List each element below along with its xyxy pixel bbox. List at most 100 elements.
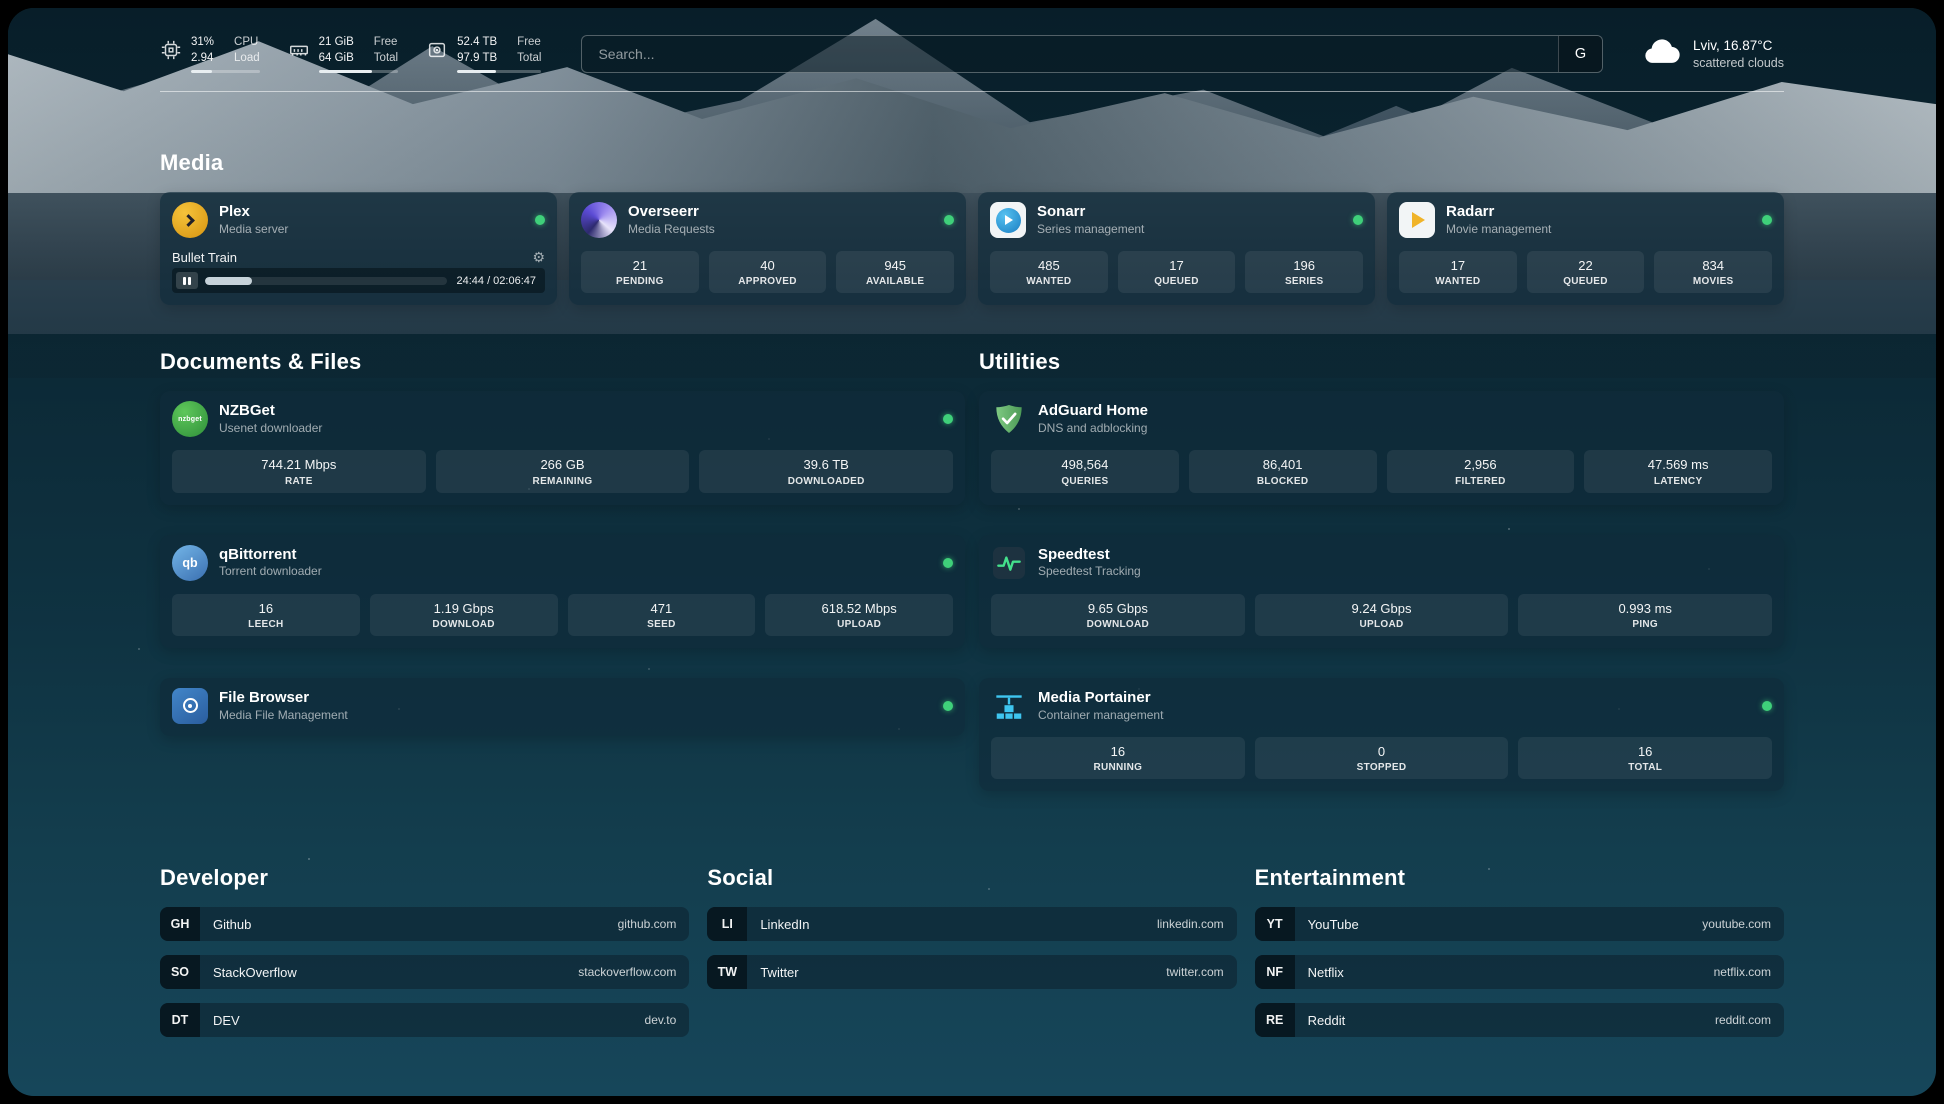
stat-value: 196 <box>1249 258 1359 274</box>
bookmark-reddit[interactable]: RE Reddit reddit.com <box>1255 1003 1784 1037</box>
stat-label: PING <box>1522 619 1768 630</box>
filebrowser-icon <box>172 688 208 724</box>
bookmark-abbr: YT <box>1255 907 1295 941</box>
stat-value: 266 GB <box>440 457 686 473</box>
plex-names: Plex Media server <box>219 203 524 237</box>
stat-rate: 744.21 Mbps RATE <box>172 450 426 492</box>
adguard-names: AdGuard Home DNS and adblocking <box>1038 402 1772 436</box>
qbittorrent-icon: qb <box>172 545 208 581</box>
playback-progress-track[interactable] <box>205 277 447 285</box>
card-sonarr[interactable]: Sonarr Series management 485 WANTED 17 Q… <box>978 192 1375 305</box>
search-bar: G <box>581 35 1603 73</box>
disk-free: 52.4 TB <box>457 34 497 50</box>
card-plex[interactable]: Plex Media server Bullet Train ⚙ <box>160 192 557 305</box>
weather-texts: Lviv, 16.87°C scattered clouds <box>1693 37 1784 69</box>
stat-value: 834 <box>1658 258 1768 274</box>
memory-total-label: Total <box>374 50 398 66</box>
stat-label: BLOCKED <box>1193 476 1373 487</box>
middle-sections: Documents & Files nzbget NZBGet Usenet d… <box>160 349 1784 791</box>
service-name: qBittorrent <box>219 546 932 565</box>
card-speedtest[interactable]: Speedtest Speedtest Tracking 9.65 Gbps D… <box>979 535 1784 648</box>
stat-label: REMAINING <box>440 476 686 487</box>
stat-value: 22 <box>1531 258 1641 274</box>
service-name: Plex <box>219 203 524 222</box>
stat-filtered: 2,956 FILTERED <box>1387 450 1575 492</box>
card-radarr[interactable]: Radarr Movie management 17 WANTED 22 QUE… <box>1387 192 1784 305</box>
overseerr-icon <box>581 202 617 238</box>
card-portainer[interactable]: Media Portainer Container management 16 … <box>979 678 1784 791</box>
service-name: Radarr <box>1446 203 1751 222</box>
stat-label: WANTED <box>1403 276 1513 287</box>
qbittorrent-icon-text: qb <box>182 556 197 570</box>
section-title-media: Media <box>160 150 1784 176</box>
stat-label: QUERIES <box>995 476 1175 487</box>
search-input[interactable] <box>582 36 1558 72</box>
stat-value: 9.24 Gbps <box>1259 601 1505 617</box>
stat-label: LATENCY <box>1588 476 1768 487</box>
card-filebrowser[interactable]: File Browser Media File Management <box>160 678 965 736</box>
card-overseerr[interactable]: Overseerr Media Requests 21 PENDING 40 A… <box>569 192 966 305</box>
settings-gear-icon[interactable]: ⚙ <box>532 249 545 266</box>
card-nzbget[interactable]: nzbget NZBGet Usenet downloader 744.21 M… <box>160 391 965 504</box>
weather-widget: Lviv, 16.87°C scattered clouds <box>1643 37 1784 69</box>
now-playing-title: Bullet Train <box>172 250 532 265</box>
bookmarks-sections: Developer GH Github github.com SO StackO… <box>160 865 1784 1051</box>
cpu-progress-fill <box>191 70 212 73</box>
top-bar: 31% 2.94 CPU Load <box>160 34 1784 73</box>
service-subtitle: Container management <box>1038 708 1751 724</box>
memory-icon <box>288 39 310 66</box>
bookmark-abbr: GH <box>160 907 200 941</box>
card-adguard[interactable]: AdGuard Home DNS and adblocking 498,564 … <box>979 391 1784 504</box>
cpu-percent: 31% <box>191 34 214 50</box>
playback-time: 24:44 / 02:06:47 <box>454 275 541 287</box>
stat-stopped: 0 STOPPED <box>1255 737 1509 779</box>
bookmark-twitter[interactable]: TW Twitter twitter.com <box>707 955 1236 989</box>
service-subtitle: Media Requests <box>628 222 933 238</box>
stat-download: 9.65 Gbps DOWNLOAD <box>991 594 1245 636</box>
dashboard-window: 31% 2.94 CPU Load <box>8 8 1936 1096</box>
bookmark-domain: dev.to <box>645 1013 690 1027</box>
disk-icon <box>426 39 448 66</box>
card-qbittorrent[interactable]: qb qBittorrent Torrent downloader 16 LEE… <box>160 535 965 648</box>
playback-progress-fill <box>205 277 252 285</box>
stat-queries: 498,564 QUERIES <box>991 450 1179 492</box>
portainer-icon <box>991 688 1027 724</box>
stats-row: 744.21 Mbps RATE 266 GB REMAINING 39.6 T… <box>172 450 953 492</box>
status-dot <box>943 558 953 568</box>
service-name: AdGuard Home <box>1038 402 1772 421</box>
stat-value: 40 <box>713 258 823 274</box>
bookmark-stackoverflow[interactable]: SO StackOverflow stackoverflow.com <box>160 955 689 989</box>
stat-seed: 471 SEED <box>568 594 756 636</box>
stats-row: 17 WANTED 22 QUEUED 834 MOVIES <box>1399 238 1772 293</box>
service-subtitle: Movie management <box>1446 222 1751 238</box>
stat-pending: 21 PENDING <box>581 251 699 293</box>
stat-running: 16 RUNNING <box>991 737 1245 779</box>
bookmark-dev[interactable]: DT DEV dev.to <box>160 1003 689 1037</box>
service-subtitle: Media server <box>219 222 524 238</box>
status-dot <box>1762 215 1772 225</box>
stat-label: DOWNLOAD <box>995 619 1241 630</box>
stat-label: TOTAL <box>1522 762 1768 773</box>
bookmark-name: Github <box>213 917 251 932</box>
bookmark-github[interactable]: GH Github github.com <box>160 907 689 941</box>
stat-label: FILTERED <box>1391 476 1571 487</box>
bookmark-name: Twitter <box>760 965 798 980</box>
search-provider-button[interactable]: G <box>1558 36 1602 72</box>
bookmark-youtube[interactable]: YT YouTube youtube.com <box>1255 907 1784 941</box>
pause-button[interactable] <box>176 272 198 289</box>
bookmark-linkedin[interactable]: LI LinkedIn linkedin.com <box>707 907 1236 941</box>
stat-value: 9.65 Gbps <box>995 601 1241 617</box>
media-grid: Plex Media server Bullet Train ⚙ <box>160 192 1784 305</box>
bookmark-netflix[interactable]: NF Netflix netflix.com <box>1255 955 1784 989</box>
nzbget-icon: nzbget <box>172 401 208 437</box>
disk-free-label: Free <box>517 34 541 50</box>
stat-remaining: 266 GB REMAINING <box>436 450 690 492</box>
cpu-progress-track <box>191 70 260 73</box>
cpu-widget: 31% 2.94 CPU Load <box>160 34 260 73</box>
stat-label: UPLOAD <box>1259 619 1505 630</box>
bookmark-abbr: SO <box>160 955 200 989</box>
status-dot <box>944 215 954 225</box>
qbittorrent-names: qBittorrent Torrent downloader <box>219 546 932 580</box>
bookmark-domain: twitter.com <box>1166 965 1236 979</box>
disk-total: 97.9 TB <box>457 50 497 66</box>
